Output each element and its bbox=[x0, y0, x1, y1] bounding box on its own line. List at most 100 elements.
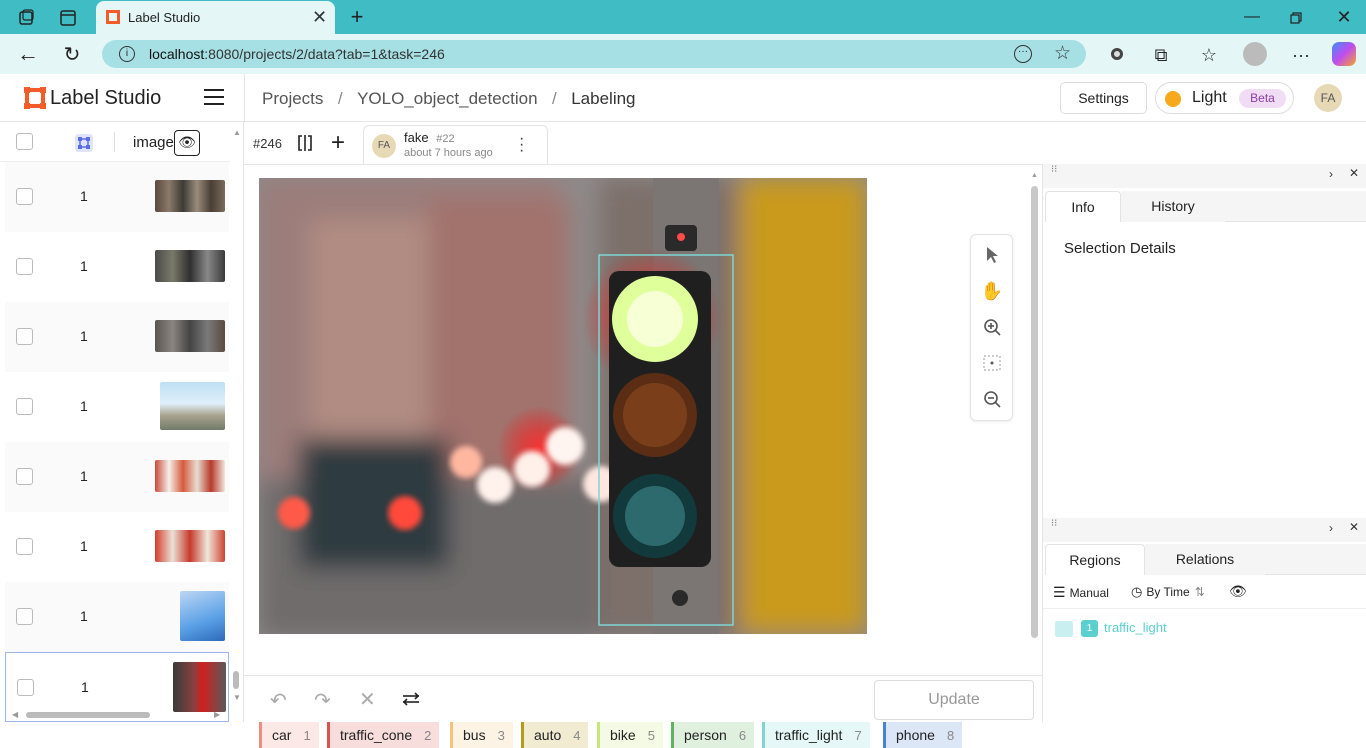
row-checkbox[interactable] bbox=[16, 258, 33, 275]
add-annotation-icon[interactable]: + bbox=[331, 129, 345, 157]
image-column-header[interactable]: image bbox=[133, 134, 174, 151]
label-traffic-cone[interactable]: traffic_cone 2 bbox=[327, 722, 440, 748]
pointer-tool-icon[interactable] bbox=[981, 244, 1003, 266]
table-row[interactable]: 1 bbox=[5, 302, 229, 372]
region-item[interactable]: 1 traffic_light bbox=[1055, 617, 1355, 641]
breadcrumb-projects[interactable]: Projects bbox=[262, 89, 323, 108]
row-checkbox[interactable] bbox=[16, 538, 33, 555]
new-tab-icon[interactable]: + bbox=[345, 4, 369, 29]
workspaces-icon[interactable] bbox=[16, 8, 36, 28]
update-button[interactable]: Update bbox=[874, 680, 1034, 720]
undo-icon[interactable]: ↶ bbox=[270, 688, 287, 713]
expand-icon[interactable]: ✕ bbox=[1349, 520, 1359, 534]
image-thumbnail[interactable] bbox=[155, 320, 225, 352]
image-thumbnail[interactable] bbox=[173, 662, 226, 712]
theme-toggle[interactable]: Light Beta bbox=[1155, 82, 1294, 114]
image-thumbnail[interactable] bbox=[155, 250, 225, 282]
image-thumbnail[interactable] bbox=[160, 382, 225, 430]
column-visibility-icon[interactable]: 👁 bbox=[174, 130, 200, 156]
site-info-icon[interactable]: i bbox=[119, 46, 135, 62]
favorite-star-icon[interactable]: ☆ bbox=[1054, 42, 1071, 65]
back-icon[interactable]: ← bbox=[16, 41, 40, 66]
tab-relations[interactable]: Relations bbox=[1145, 544, 1265, 575]
more-options-icon[interactable]: ··· bbox=[1014, 45, 1032, 63]
refresh-icon[interactable]: ↻ bbox=[60, 42, 84, 66]
task-list-scrollbar[interactable]: ▲ ▼ bbox=[231, 128, 241, 703]
row-checkbox[interactable] bbox=[16, 188, 33, 205]
image-thumbnail[interactable] bbox=[155, 180, 225, 212]
table-row[interactable]: 1 bbox=[5, 162, 229, 232]
task-list-panel: image 👁 ▲ ▼ 1 1 1 1 1 1 1 1 ◀ ▶ bbox=[0, 122, 244, 722]
label-bus[interactable]: bus 3 bbox=[450, 722, 513, 748]
annotation-tab[interactable]: FA fake #22 about 7 hours ago · · · bbox=[363, 125, 548, 165]
label-person[interactable]: person 6 bbox=[671, 722, 755, 748]
copilot-icon[interactable] bbox=[1332, 42, 1356, 66]
hand-pan-icon[interactable]: ✋ bbox=[981, 280, 1003, 302]
avatar[interactable]: FA bbox=[1314, 84, 1342, 112]
image-canvas[interactable] bbox=[259, 178, 867, 634]
row-checkbox[interactable] bbox=[16, 328, 33, 345]
label-car[interactable]: car 1 bbox=[259, 722, 319, 748]
settings-more-icon[interactable]: ··· bbox=[1290, 44, 1312, 66]
annotation-count: 1 bbox=[80, 328, 88, 344]
row-checkbox[interactable] bbox=[17, 679, 34, 696]
row-checkbox[interactable] bbox=[16, 398, 33, 415]
label-hotkey: 7 bbox=[854, 727, 862, 743]
table-row[interactable]: 1 bbox=[5, 512, 229, 582]
label-bike[interactable]: bike 5 bbox=[597, 722, 663, 748]
zoom-out-icon[interactable] bbox=[981, 388, 1003, 410]
horizontal-scrollbar[interactable]: ◀ ▶ bbox=[12, 710, 222, 720]
label-auto[interactable]: auto 4 bbox=[521, 722, 589, 748]
settings-sliders-icon[interactable] bbox=[402, 691, 420, 707]
drag-handle-icon[interactable]: ⁝⁝ bbox=[1051, 519, 1057, 529]
row-checkbox[interactable] bbox=[16, 468, 33, 485]
annotations-column-icon[interactable] bbox=[75, 134, 93, 152]
restore-icon[interactable] bbox=[1286, 8, 1306, 28]
minimize-icon[interactable]: — bbox=[1240, 6, 1264, 28]
favorites-icon[interactable]: ☆ bbox=[1198, 44, 1220, 66]
drag-handle-icon[interactable]: ⁝⁝ bbox=[1051, 165, 1057, 175]
address-field[interactable]: i localhost:8080/projects/2/data?tab=1&t… bbox=[102, 40, 1086, 68]
tab-regions[interactable]: Regions bbox=[1045, 544, 1145, 575]
close-window-icon[interactable]: ✕ bbox=[1332, 6, 1356, 28]
image-thumbnail[interactable] bbox=[155, 460, 225, 492]
tab-history[interactable]: History bbox=[1121, 191, 1225, 222]
manual-sort-button[interactable]: ☰ Manual bbox=[1053, 584, 1109, 601]
table-row[interactable]: 1 bbox=[5, 582, 229, 652]
annotation-menu-icon[interactable]: · · · bbox=[519, 131, 524, 159]
reset-icon[interactable]: ✕ bbox=[359, 687, 376, 712]
traffic-light-photo bbox=[259, 178, 867, 634]
by-time-sort-button[interactable]: ◷ By Time ⇅ bbox=[1131, 584, 1205, 600]
image-thumbnail[interactable] bbox=[180, 591, 225, 641]
menu-hamburger-icon[interactable] bbox=[204, 89, 224, 105]
image-thumbnail[interactable] bbox=[155, 530, 225, 562]
toggle-panel-icon[interactable] bbox=[297, 134, 313, 152]
select-all-checkbox[interactable] bbox=[16, 133, 33, 150]
collapse-chevron-icon[interactable]: › bbox=[1329, 521, 1333, 535]
row-checkbox[interactable] bbox=[16, 608, 33, 625]
expand-icon[interactable]: ✕ bbox=[1349, 166, 1359, 180]
table-row[interactable]: 1 bbox=[5, 372, 229, 442]
collapse-chevron-icon[interactable]: › bbox=[1329, 167, 1333, 181]
profile-icon[interactable] bbox=[1243, 42, 1267, 66]
extension-icon[interactable] bbox=[1108, 45, 1126, 63]
visibility-eye-icon[interactable]: 👁 bbox=[1229, 583, 1247, 600]
redo-icon[interactable]: ↷ bbox=[314, 688, 331, 713]
tab-actions-icon[interactable] bbox=[58, 8, 78, 28]
breadcrumb-project[interactable]: YOLO_object_detection bbox=[357, 89, 538, 108]
canvas-scrollbar[interactable]: ▲ bbox=[1030, 172, 1040, 642]
label-traffic-light[interactable]: traffic_light 7 bbox=[762, 722, 870, 748]
table-row[interactable]: 1 bbox=[5, 232, 229, 302]
table-row[interactable]: 1 bbox=[5, 442, 229, 512]
close-tab-icon[interactable]: ✕ bbox=[312, 7, 327, 28]
fit-to-screen-icon[interactable] bbox=[981, 352, 1003, 374]
sort-order-icon[interactable]: ⇅ bbox=[1195, 585, 1205, 599]
settings-button[interactable]: Settings bbox=[1060, 82, 1147, 114]
zoom-in-icon[interactable] bbox=[981, 316, 1003, 338]
browser-tab[interactable]: Label Studio ✕ bbox=[96, 1, 335, 34]
extensions-puzzle-icon[interactable]: ⧉ bbox=[1150, 44, 1172, 66]
tab-info[interactable]: Info bbox=[1045, 191, 1121, 222]
annotation-count: 1 bbox=[80, 608, 88, 624]
header-divider bbox=[244, 74, 245, 122]
label-phone[interactable]: phone 8 bbox=[883, 722, 963, 748]
